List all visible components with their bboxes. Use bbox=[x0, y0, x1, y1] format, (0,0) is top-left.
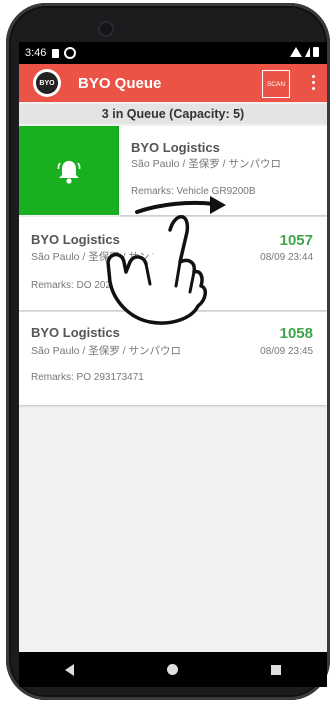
card-company: BYO Logistics bbox=[31, 232, 120, 247]
app-logo: BYO bbox=[33, 69, 61, 97]
card-company: BYO Logistics bbox=[131, 140, 220, 155]
front-camera bbox=[100, 23, 112, 35]
qr-scan-button[interactable]: SCAN bbox=[262, 70, 290, 98]
status-icons bbox=[290, 47, 319, 57]
qr-scan-label: SCAN bbox=[266, 80, 286, 88]
card-company: BYO Logistics bbox=[31, 325, 120, 340]
card-location: São Paulo / 圣保罗 / サンパウロ bbox=[31, 251, 181, 263]
card-remarks: Remarks: DO 20210909A-12 bbox=[31, 280, 160, 291]
status-time: 3:46 bbox=[25, 47, 47, 59]
queue-number: 1057 bbox=[279, 232, 313, 249]
app-title: BYO Queue bbox=[78, 74, 162, 92]
queue-header: 3 in Queue (Capacity: 5) bbox=[19, 104, 327, 124]
card-remarks: Remarks: Vehicle GR9200B bbox=[131, 186, 256, 197]
notification-icon bbox=[52, 48, 60, 58]
queue-time: 08/09 23:44 bbox=[260, 252, 313, 263]
home-icon[interactable] bbox=[166, 664, 178, 675]
swipe-action-notify[interactable] bbox=[19, 126, 119, 215]
queue-card[interactable]: BYO Logistics São Paulo / 圣保罗 / サンパウロ Re… bbox=[119, 126, 327, 215]
queue-card[interactable]: BYO Logistics São Paulo / 圣保罗 / サンパウロ Re… bbox=[19, 217, 327, 310]
menu-dot bbox=[312, 75, 315, 78]
status-bar: 3:46 bbox=[19, 42, 327, 64]
signal-icon bbox=[305, 47, 310, 57]
card-location: São Paulo / 圣保罗 / サンパウロ bbox=[131, 158, 281, 170]
recents-icon[interactable] bbox=[270, 664, 281, 675]
back-icon[interactable] bbox=[65, 663, 75, 676]
logo-text: BYO bbox=[36, 72, 58, 94]
menu-dot bbox=[312, 81, 315, 84]
card-location: São Paulo / 圣保罗 / サンパウロ bbox=[31, 345, 181, 357]
battery-icon bbox=[313, 47, 319, 57]
queue-card[interactable]: BYO Logistics São Paulo / 圣保罗 / サンパウロ Re… bbox=[19, 312, 327, 405]
bell-icon bbox=[57, 160, 81, 184]
app-bar: BYO BYO Queue SCAN bbox=[19, 64, 327, 102]
navigation-bar bbox=[19, 652, 327, 687]
queue-time: 08/09 23:45 bbox=[260, 346, 313, 357]
app-screen: 3:46 BYO BYO Queue SCAN 3 in Queue (Capa… bbox=[19, 42, 327, 687]
menu-dot bbox=[312, 87, 315, 90]
card-remarks: Remarks: PO 293173471 bbox=[31, 372, 144, 383]
queue-number: 1058 bbox=[279, 325, 313, 342]
overflow-menu-button[interactable] bbox=[312, 75, 315, 90]
sync-icon bbox=[64, 47, 77, 59]
wifi-icon bbox=[290, 47, 302, 57]
